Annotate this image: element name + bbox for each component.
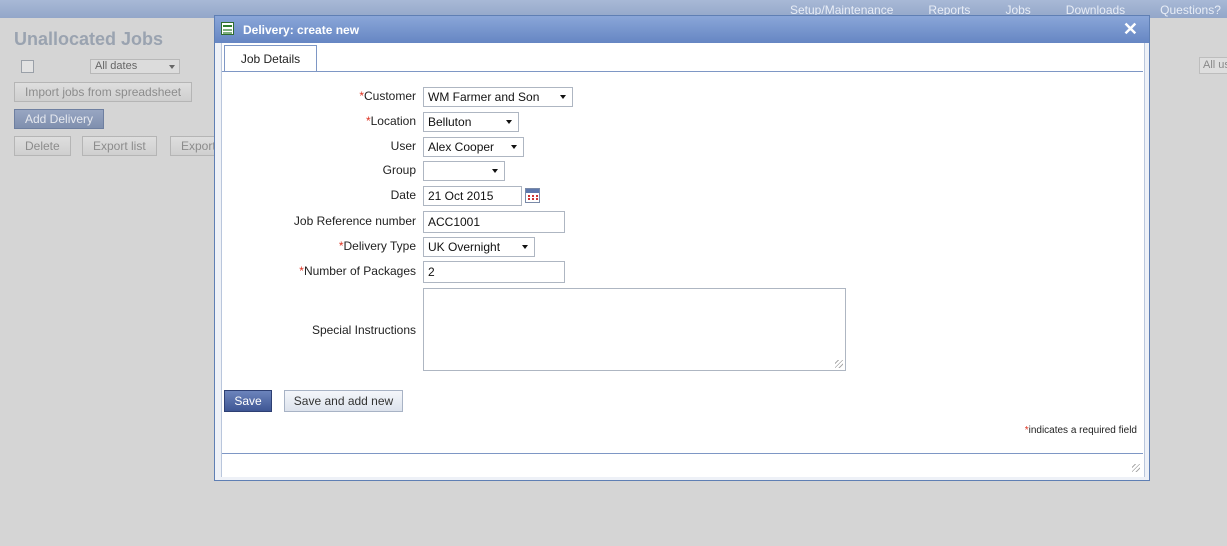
calendar-icon[interactable]	[525, 188, 540, 203]
tab-divider	[222, 71, 1143, 72]
special-instructions-textarea[interactable]	[423, 288, 846, 371]
chevron-down-icon	[522, 245, 528, 249]
chevron-down-icon	[506, 120, 512, 124]
date-filter-value: All dates	[95, 60, 138, 72]
form-icon	[221, 22, 234, 35]
required-field-note: *indicates a required field	[1024, 425, 1137, 436]
delivery-type-value: UK Overnight	[428, 240, 501, 254]
save-button[interactable]: Save	[224, 390, 272, 412]
user-filter-select[interactable]: All us	[1199, 57, 1227, 74]
chevron-down-icon	[169, 65, 175, 69]
location-value: Belluton	[428, 115, 472, 129]
save-and-add-new-button[interactable]: Save and add new	[284, 390, 403, 412]
packages-label: *Number of Packages	[299, 264, 416, 278]
date-input[interactable]: 21 Oct 2015	[423, 186, 522, 206]
user-label: User	[390, 139, 416, 153]
resize-grip-icon[interactable]	[835, 360, 843, 368]
date-filter-select[interactable]: All dates	[90, 59, 180, 74]
chevron-down-icon	[492, 169, 498, 173]
group-select[interactable]	[423, 161, 505, 181]
delivery-create-dialog: Delivery: create new ✕ Job Details *Cust…	[214, 15, 1150, 481]
close-icon[interactable]: ✕	[1123, 19, 1138, 39]
user-value: Alex Cooper	[428, 140, 495, 154]
page-title: Unallocated Jobs	[14, 29, 164, 49]
job-reference-label: Job Reference number	[293, 214, 416, 228]
user-select[interactable]: Alex Cooper	[423, 137, 524, 157]
customer-select[interactable]: WM Farmer and Son	[423, 87, 573, 107]
dialog-title: Delivery: create new	[243, 23, 360, 37]
job-reference-input[interactable]: ACC1001	[423, 211, 565, 233]
special-instructions-label: Special Instructions	[311, 323, 416, 337]
resize-grip-icon[interactable]	[1132, 464, 1140, 472]
select-all-checkbox[interactable]	[21, 60, 34, 73]
footer-divider	[222, 453, 1143, 454]
import-jobs-button[interactable]: Import jobs from spreadsheet	[14, 82, 193, 102]
delivery-type-label: *Delivery Type	[338, 239, 416, 253]
customer-label: *Customer	[359, 89, 416, 103]
delete-button[interactable]: Delete	[14, 136, 71, 156]
group-label: Group	[382, 163, 416, 177]
chevron-down-icon	[560, 95, 566, 99]
packages-input[interactable]: 2	[423, 261, 565, 283]
export-list-button[interactable]: Export list	[82, 136, 157, 156]
chevron-down-icon	[511, 145, 517, 149]
dialog-body: Job Details *Customer WM Farmer and Son …	[221, 43, 1145, 477]
location-label: *Location	[365, 114, 416, 128]
add-delivery-button[interactable]: Add Delivery	[14, 109, 105, 129]
tab-job-details[interactable]: Job Details	[224, 45, 317, 71]
date-label: Date	[390, 188, 416, 202]
customer-value: WM Farmer and Son	[428, 90, 540, 104]
delivery-type-select[interactable]: UK Overnight	[423, 237, 535, 257]
nav-questions[interactable]: Questions?	[1160, 3, 1221, 17]
dialog-title-bar[interactable]: Delivery: create new ✕	[215, 16, 1149, 43]
location-select[interactable]: Belluton	[423, 112, 519, 132]
